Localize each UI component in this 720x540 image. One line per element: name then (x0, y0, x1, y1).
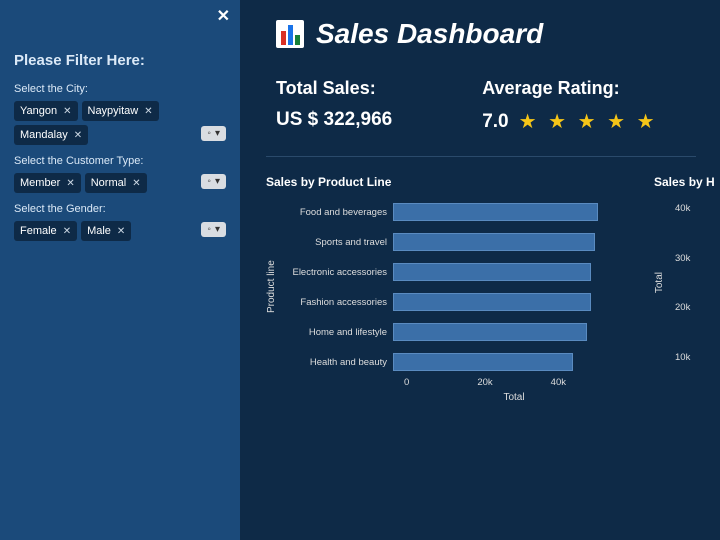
kpi-value: US $ 322,966 (276, 109, 392, 131)
kpi-avg-rating: Average Rating: 7.0 ★ ★ ★ ★ ★ (482, 78, 657, 134)
remove-icon[interactable]: ✕ (74, 130, 82, 141)
remove-icon[interactable]: ✕ (132, 178, 140, 189)
dropdown-toggle[interactable]: ◦▾ (201, 174, 226, 189)
kpi-label: Average Rating: (482, 78, 657, 99)
bar-row: Electronic accessories (283, 263, 613, 281)
remove-icon[interactable]: ✕ (144, 106, 152, 117)
circle-icon: ◦ (207, 128, 211, 139)
kpi-total-sales: Total Sales: US $ 322,966 (276, 78, 392, 134)
chart-title: Sales by Product Line (266, 175, 624, 189)
x-axis-label: Total (404, 392, 624, 403)
bar-fill (393, 233, 595, 251)
chart-title: Sales by H (654, 175, 715, 189)
x-tick: 20k (477, 377, 550, 388)
chevron-down-icon: ▾ (215, 224, 220, 235)
close-icon[interactable]: ✕ (217, 6, 230, 26)
page-title: Sales Dashboard (316, 18, 543, 50)
y-tick: 10k (675, 352, 690, 363)
bar-category: Health and beauty (283, 357, 387, 368)
chip-male[interactable]: Male✕ (81, 221, 131, 241)
bar-fill (393, 353, 573, 371)
y-tick: 20k (675, 302, 690, 313)
kpi-label: Total Sales: (276, 78, 392, 99)
bar-fill (393, 293, 591, 311)
bar-category: Fashion accessories (283, 297, 387, 308)
bar-row: Sports and travel (283, 233, 613, 251)
chip-normal[interactable]: Normal✕ (85, 173, 147, 193)
bar-category: Electronic accessories (283, 267, 387, 278)
bar-category: Food and beverages (283, 207, 387, 218)
chip-female[interactable]: Female✕ (14, 221, 77, 241)
rating-value: 7.0 (482, 111, 508, 133)
chip-member[interactable]: Member✕ (14, 173, 81, 193)
main-content: Sales Dashboard Total Sales: US $ 322,96… (240, 0, 720, 540)
bar-row: Health and beauty (283, 353, 613, 371)
x-tick: 0 (404, 377, 477, 388)
divider (266, 156, 696, 157)
city-label: Select the City: (14, 83, 226, 95)
bar-chart-icon (276, 20, 304, 48)
y-tick: 30k (675, 253, 690, 264)
bar-row: Food and beverages (283, 203, 613, 221)
chip-yangon[interactable]: Yangon✕ (14, 101, 78, 121)
bar-fill (393, 263, 591, 281)
remove-icon[interactable]: ✕ (63, 226, 71, 237)
gender-multiselect[interactable]: Female✕ Male✕ ◦▾ (14, 221, 226, 241)
dropdown-toggle[interactable]: ◦▾ (201, 126, 226, 141)
chart-sales-by-product-line: Sales by Product Line Product line Food … (266, 175, 624, 403)
chevron-down-icon: ▾ (215, 176, 220, 187)
chevron-down-icon: ▾ (215, 128, 220, 139)
ctype-multiselect[interactable]: Member✕ Normal✕ ◦▾ (14, 173, 226, 193)
gender-label: Select the Gender: (14, 203, 226, 215)
chip-naypyitaw[interactable]: Naypyitaw✕ (82, 101, 159, 121)
sidebar: ✕ Please Filter Here: Select the City: Y… (0, 0, 240, 540)
dropdown-toggle[interactable]: ◦▾ (201, 222, 226, 237)
ctype-label: Select the Customer Type: (14, 155, 226, 167)
bar-category: Sports and travel (283, 237, 387, 248)
bar-fill (393, 203, 598, 221)
remove-icon[interactable]: ✕ (63, 106, 71, 117)
circle-icon: ◦ (207, 176, 211, 187)
y-tick: 40k (675, 203, 690, 214)
circle-icon: ◦ (207, 224, 211, 235)
bar-row: Fashion accessories (283, 293, 613, 311)
city-multiselect[interactable]: Yangon✕ Naypyitaw✕ Mandalay✕ ◦▾ (14, 101, 226, 145)
chip-mandalay[interactable]: Mandalay✕ (14, 125, 88, 145)
x-tick: 40k (551, 377, 624, 388)
bar-row: Home and lifestyle (283, 323, 613, 341)
remove-icon[interactable]: ✕ (117, 226, 125, 237)
y-axis-label: Total (654, 272, 665, 293)
y-axis-label: Product line (266, 203, 277, 371)
bar-fill (393, 323, 587, 341)
star-icons: ★ ★ ★ ★ ★ (519, 109, 658, 134)
chart-sales-by-hour: Sales by H Total 40k 30k 20k 10k (654, 175, 715, 403)
filter-heading: Please Filter Here: (14, 52, 226, 69)
remove-icon[interactable]: ✕ (66, 178, 74, 189)
bar-category: Home and lifestyle (283, 327, 387, 338)
